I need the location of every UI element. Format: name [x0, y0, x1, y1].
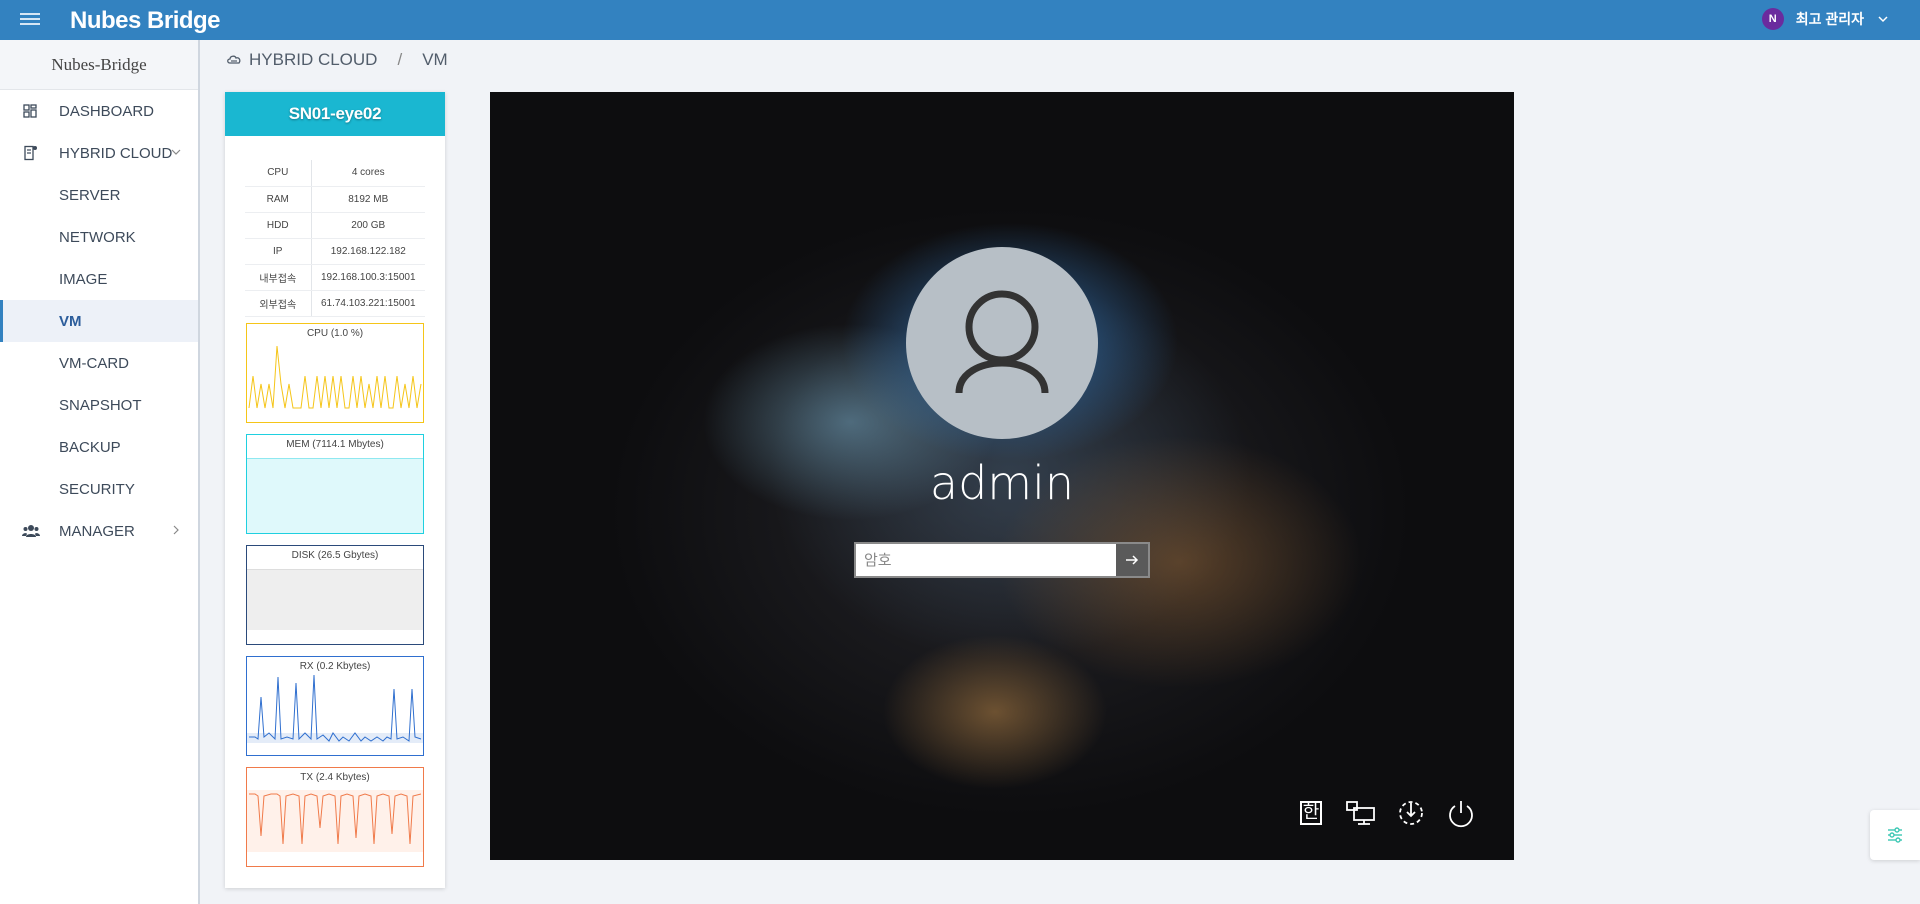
chevron-right-icon	[173, 525, 179, 535]
ime-button[interactable]: 한	[1296, 798, 1326, 828]
spec-key: CPU	[245, 160, 312, 187]
server-icon	[24, 145, 37, 161]
breadcrumb-separator: /	[397, 50, 403, 69]
spec-value: 8192 MB	[311, 186, 425, 213]
hamburger-menu-icon[interactable]	[20, 10, 40, 30]
spec-value: 61.74.103.221:15001	[311, 290, 425, 317]
spec-value: 200 GB	[311, 212, 425, 239]
spec-value: 192.168.122.182	[311, 238, 425, 265]
sidebar-item-manager[interactable]: MANAGER	[0, 510, 198, 552]
sidebar-item-label: HYBRID CLOUD	[59, 144, 173, 162]
breadcrumb-page: VM	[422, 50, 448, 69]
sidebar: Nubes-Bridge DASHBOARD HYBRID CLOUD SERV…	[0, 40, 200, 904]
user-avatar-icon	[906, 247, 1098, 439]
sidebar-item-security[interactable]: SECURITY	[0, 468, 198, 510]
sidebar-item-network[interactable]: NETWORK	[0, 216, 198, 258]
login-username: admin	[929, 456, 1075, 510]
cpu-sparkline	[248, 345, 422, 409]
sidebar-nav: DASHBOARD HYBRID CLOUD SERVER NETWORK IM…	[0, 90, 198, 552]
mem-area	[247, 458, 423, 533]
avatar: N	[1761, 8, 1784, 30]
vm-spec-table: CPU 4 cores RAM 8192 MB HDD 200 GB IP 192.16…	[245, 160, 425, 317]
users-icon	[22, 525, 40, 537]
sidebar-item-server[interactable]: SERVER	[0, 174, 198, 216]
vm-console[interactable]: admin 한	[490, 92, 1514, 860]
sidebar-item-label: IMAGE	[59, 270, 108, 288]
sidebar-item-vm-card[interactable]: VM-CARD	[0, 342, 198, 384]
spec-value: 192.168.100.3:15001	[311, 264, 425, 291]
app-brand[interactable]: Nubes Bridge	[70, 7, 221, 35]
table-row: 외부접속 61.74.103.221:15001	[245, 290, 425, 317]
rx-sparkline	[247, 674, 423, 743]
network-button[interactable]	[1346, 798, 1376, 828]
disk-area	[247, 569, 423, 630]
cloud-icon	[227, 55, 241, 64]
sidebar-item-hybrid-cloud[interactable]: HYBRID CLOUD	[0, 132, 198, 174]
tx-chart: TX (2.4 Kbytes)	[246, 767, 424, 867]
spec-key: RAM	[245, 186, 312, 213]
disk-chart: DISK (26.5 Gbytes)	[246, 545, 424, 645]
dashboard-icon	[23, 104, 37, 118]
password-input[interactable]	[856, 544, 1116, 576]
spec-key: HDD	[245, 212, 312, 239]
network-icon	[1346, 801, 1375, 825]
lockscreen-tray: 한	[1296, 798, 1476, 828]
sidebar-item-snapshot[interactable]: SNAPSHOT	[0, 384, 198, 426]
table-row: HDD 200 GB	[245, 212, 425, 239]
sidebar-item-label: MANAGER	[59, 522, 135, 540]
spec-value: 4 cores	[311, 160, 425, 187]
table-row: CPU 4 cores	[245, 160, 425, 187]
accessibility-button[interactable]	[1396, 798, 1426, 828]
sidebar-item-dashboard[interactable]: DASHBOARD	[0, 90, 198, 132]
table-row: IP 192.168.122.182	[245, 238, 425, 265]
password-field-wrapper	[854, 542, 1150, 578]
sidebar-item-label: BACKUP	[59, 438, 121, 456]
vm-info-card: SN01-eye02 CPU 4 cores RAM 8192 MB HDD 200 …	[225, 92, 445, 888]
sidebar-item-label: SERVER	[59, 186, 121, 204]
sidebar-item-image[interactable]: IMAGE	[0, 258, 198, 300]
table-row: RAM 8192 MB	[245, 186, 425, 213]
mem-chart: MEM (7114.1 Mbytes)	[246, 434, 424, 534]
breadcrumb-section[interactable]: HYBRID CLOUD	[249, 50, 377, 70]
tx-sparkline	[247, 790, 423, 852]
ime-label: 한	[1300, 801, 1322, 825]
settings-float-button[interactable]	[1870, 810, 1920, 860]
top-bar: Nubes Bridge N 최고 관리자	[0, 0, 1920, 40]
spec-key: IP	[245, 238, 312, 265]
sidebar-item-label: VM	[59, 312, 82, 330]
rx-chart: RX (0.2 Kbytes)	[246, 656, 424, 756]
cpu-chart: CPU (1.0 %)	[246, 323, 424, 423]
power-icon	[1449, 801, 1473, 828]
sidebar-item-backup[interactable]: BACKUP	[0, 426, 198, 468]
sidebar-item-label: VM-CARD	[59, 354, 129, 372]
sidebar-item-label: DASHBOARD	[59, 102, 155, 120]
sliders-icon	[1888, 827, 1902, 843]
breadcrumb: HYBRID CLOUD / VM	[226, 50, 448, 70]
sidebar-title: Nubes-Bridge	[0, 40, 198, 90]
sidebar-item-label: SNAPSHOT	[59, 396, 142, 414]
chevron-down-icon	[1878, 16, 1888, 23]
spec-key: 외부접속	[245, 290, 312, 317]
accessibility-icon	[1399, 801, 1423, 825]
sidebar-item-label: SECURITY	[59, 480, 135, 498]
power-button[interactable]	[1446, 798, 1476, 828]
spec-key: 내부접속	[245, 264, 312, 291]
vm-name: SN01-eye02	[225, 92, 445, 136]
user-name: 최고 관리자	[1795, 11, 1864, 27]
sidebar-item-label: NETWORK	[59, 228, 136, 246]
table-row: 내부접속 192.168.100.3:15001	[245, 264, 425, 291]
user-menu[interactable]: N 최고 관리자	[1761, 8, 1890, 30]
submit-arrow-button[interactable]	[1116, 544, 1148, 576]
sidebar-item-vm[interactable]: VM	[0, 300, 198, 342]
arrow-right-icon	[1126, 555, 1139, 565]
chevron-down-icon	[171, 149, 181, 155]
